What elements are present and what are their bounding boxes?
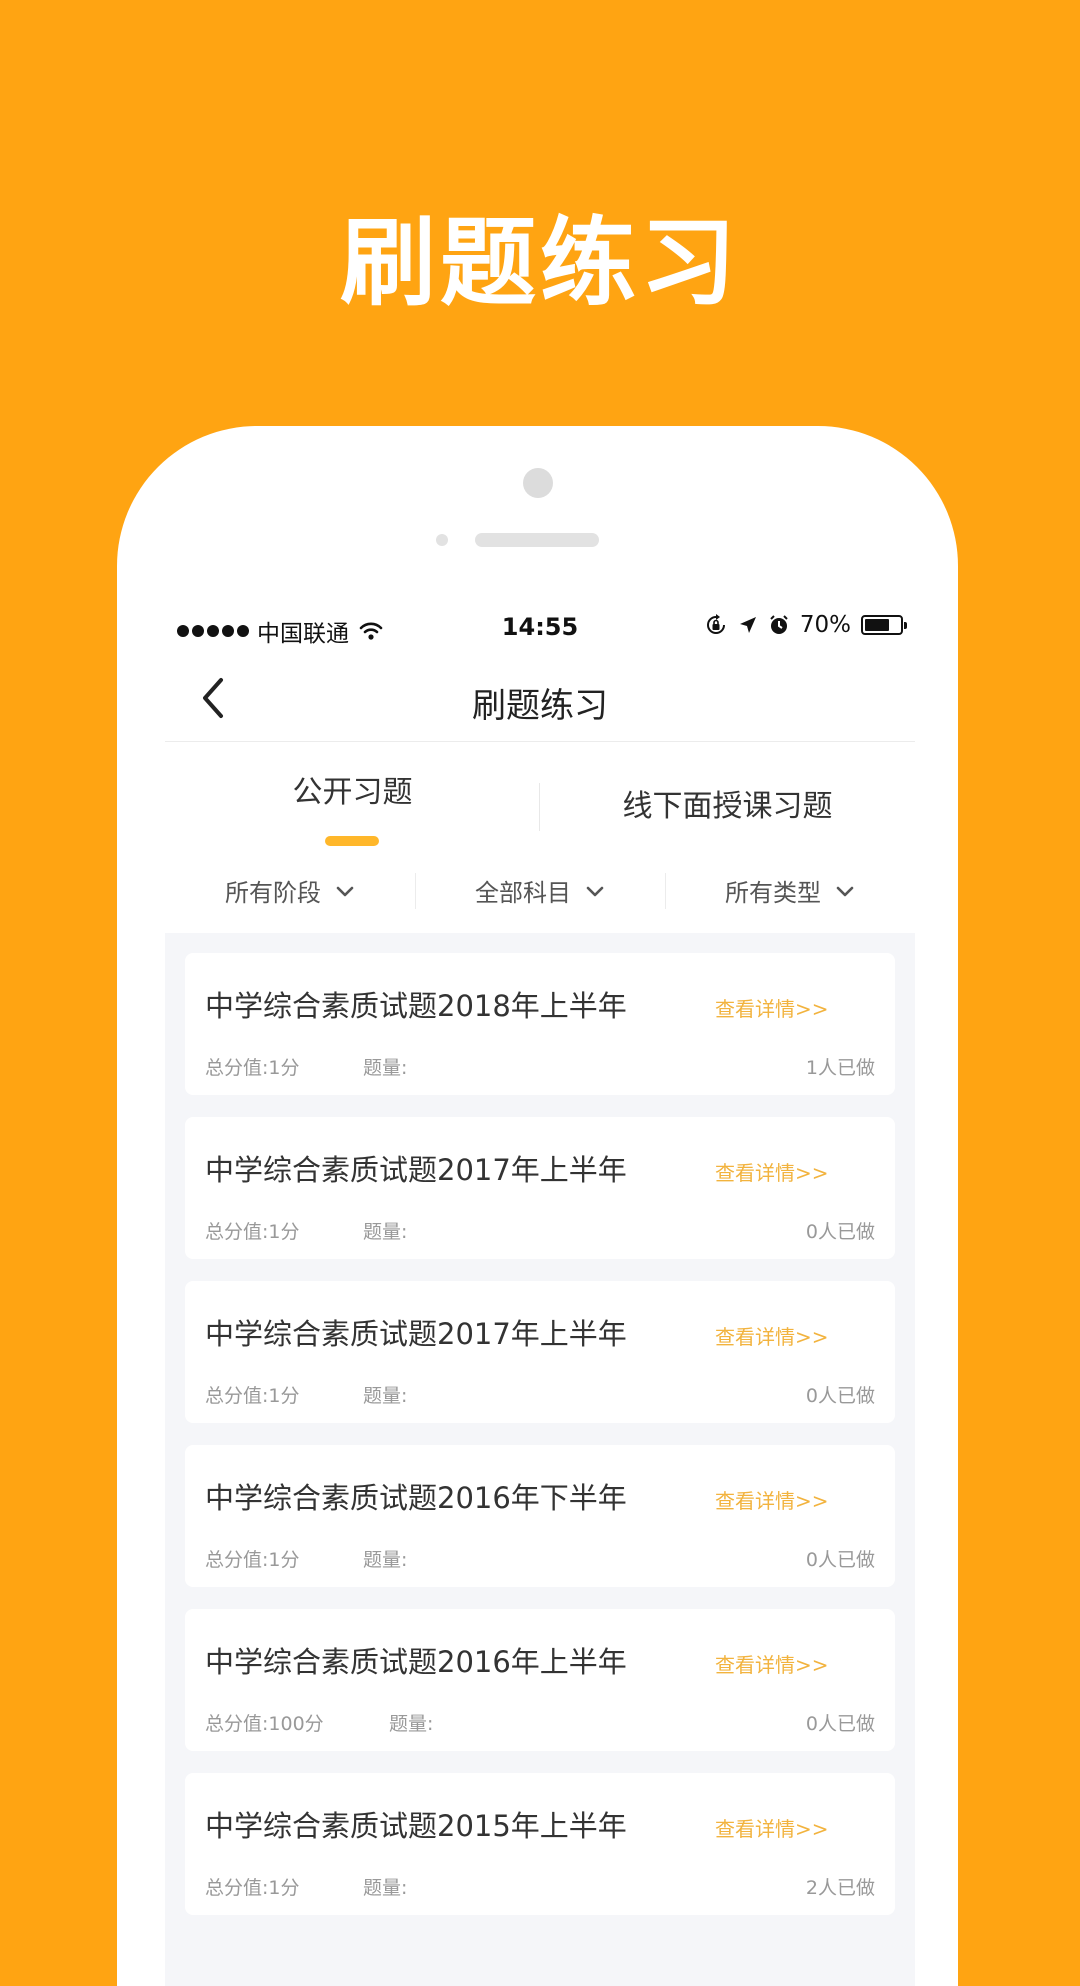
exam-title: 中学综合素质试题2018年上半年 (205, 989, 627, 1023)
promo-title: 刷题练习 (340, 207, 740, 319)
filter-type-dropdown[interactable]: 所有类型 (665, 853, 915, 933)
exam-total-score: 总分值:1分 (205, 1057, 300, 1079)
filter-subject-dropdown[interactable]: 全部科目 (415, 853, 665, 933)
exam-done-count: 1人已做 (805, 1057, 875, 1079)
view-details-link[interactable]: 查看详情>> (715, 1157, 829, 1186)
tab-label: 公开习题 (292, 775, 413, 810)
exam-card[interactable]: 中学综合素质试题2016年上半年 查看详情>> 总分值:100分 题量: 0人已… (185, 1609, 895, 1751)
app-screen: 中国联通 14:55 70% 刷题练习 公开习题 线下面授课习题 所有阶段 全部… (165, 586, 915, 1986)
exam-card[interactable]: 中学综合素质试题2018年上半年 查看详情>> 总分值:1分 题量: 1人已做 (185, 953, 895, 1095)
location-icon (739, 617, 756, 633)
exam-card[interactable]: 中学综合素质试题2015年上半年 查看详情>> 总分值:1分 题量: 2人已做 (185, 1773, 895, 1915)
view-details-link[interactable]: 查看详情>> (715, 1321, 829, 1350)
page-title: 刷题练习 (472, 686, 608, 726)
exam-question-count: 题量: (363, 1549, 408, 1571)
exam-question-count: 题量: (389, 1713, 434, 1735)
exam-list: 中学综合素质试题2018年上半年 查看详情>> 总分值:1分 题量: 1人已做 … (165, 933, 915, 1986)
exam-total-score: 总分值:1分 (205, 1385, 300, 1407)
exam-done-count: 0人已做 (805, 1385, 875, 1407)
alarm-icon (770, 615, 788, 634)
battery-percent: 70% (799, 612, 851, 638)
status-bar: 中国联通 14:55 70% (165, 586, 915, 656)
exam-question-count: 题量: (363, 1877, 408, 1899)
exam-total-score: 总分值:1分 (205, 1877, 300, 1899)
phone-frame: 中国联通 14:55 70% 刷题练习 公开习题 线下面授课习题 所有阶段 全部… (117, 426, 958, 1986)
filter-stage-dropdown[interactable]: 所有阶段 (165, 853, 415, 933)
exam-title: 中学综合素质试题2015年上半年 (205, 1809, 627, 1843)
exam-card[interactable]: 中学综合素质试题2017年上半年 查看详情>> 总分值:1分 题量: 0人已做 (185, 1281, 895, 1423)
exam-card[interactable]: 中学综合素质试题2016年下半年 查看详情>> 总分值:1分 题量: 0人已做 (185, 1445, 895, 1587)
exam-total-score: 总分值:100分 (205, 1713, 324, 1735)
tab-bar: 公开习题 线下面授课习题 (165, 743, 915, 853)
exam-question-count: 题量: (363, 1057, 408, 1079)
view-details-link[interactable]: 查看详情>> (715, 993, 829, 1022)
exam-done-count: 0人已做 (805, 1549, 875, 1571)
exam-question-count: 题量: (363, 1385, 408, 1407)
exam-title: 中学综合素质试题2017年上半年 (205, 1153, 627, 1187)
filter-bar: 所有阶段 全部科目 所有类型 (165, 853, 915, 933)
exam-title: 中学综合素质试题2016年下半年 (205, 1481, 627, 1515)
chevron-down-icon (586, 886, 604, 897)
filter-label: 全部科目 (475, 879, 571, 907)
filter-label: 所有阶段 (225, 879, 321, 907)
chevron-down-icon (336, 886, 354, 897)
tab-public-exercises[interactable]: 公开习题 (165, 743, 540, 853)
exam-title: 中学综合素质试题2016年上半年 (205, 1645, 627, 1679)
exam-question-count: 题量: (363, 1221, 408, 1243)
exam-done-count: 0人已做 (805, 1221, 875, 1243)
active-tab-indicator (325, 836, 379, 846)
exam-card[interactable]: 中学综合素质试题2017年上半年 查看详情>> 总分值:1分 题量: 0人已做 (185, 1117, 895, 1259)
phone-speaker (475, 533, 599, 547)
exam-total-score: 总分值:1分 (205, 1221, 300, 1243)
phone-sensor (436, 534, 448, 546)
exam-done-count: 2人已做 (805, 1877, 875, 1899)
exam-title: 中学综合素质试题2017年上半年 (205, 1317, 627, 1351)
chevron-down-icon (836, 886, 854, 897)
filter-label: 所有类型 (725, 879, 821, 907)
view-details-link[interactable]: 查看详情>> (715, 1813, 829, 1842)
view-details-link[interactable]: 查看详情>> (715, 1649, 829, 1678)
tab-offline-course-exercises[interactable]: 线下面授课习题 (540, 743, 915, 853)
phone-camera (523, 468, 553, 498)
exam-done-count: 0人已做 (805, 1713, 875, 1735)
navigation-bar: 刷题练习 (165, 656, 915, 742)
exam-total-score: 总分值:1分 (205, 1549, 300, 1571)
rotation-lock-icon (706, 614, 725, 634)
tab-label: 线下面授课习题 (622, 789, 833, 824)
view-details-link[interactable]: 查看详情>> (715, 1485, 829, 1514)
battery-icon (861, 615, 907, 635)
